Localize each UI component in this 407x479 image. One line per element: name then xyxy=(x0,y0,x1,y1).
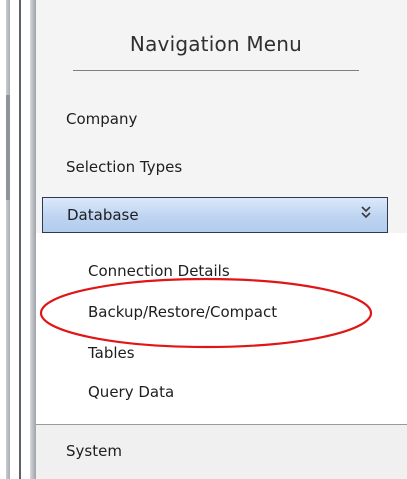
screen: Navigation Menu Company Selection Types … xyxy=(0,0,407,479)
frame-divider xyxy=(19,0,21,479)
submenu-item-query-data[interactable]: Query Data xyxy=(88,383,174,401)
splitter-grip[interactable] xyxy=(6,95,10,200)
submenu-item-connection-details[interactable]: Connection Details xyxy=(88,262,230,280)
title-divider xyxy=(73,70,359,71)
chevron-double-down-icon[interactable] xyxy=(359,204,373,222)
window-frame-left xyxy=(0,0,36,479)
navigation-panel: Navigation Menu Company Selection Types … xyxy=(36,0,407,479)
nav-item-selection-types[interactable]: Selection Types xyxy=(66,158,182,176)
nav-group-database-header[interactable]: Database xyxy=(42,197,388,233)
nav-group-system-area: System xyxy=(36,425,407,479)
nav-group-database-label: Database xyxy=(67,206,139,224)
nav-item-system[interactable]: System xyxy=(66,442,122,460)
nav-item-company[interactable]: Company xyxy=(66,110,137,128)
splitter-bar[interactable] xyxy=(6,0,10,479)
navigation-menu-title: Navigation Menu xyxy=(129,32,303,56)
submenu-item-tables[interactable]: Tables xyxy=(88,344,135,362)
database-submenu: Connection Details Backup/Restore/Compac… xyxy=(36,233,407,424)
submenu-item-backup-restore-compact[interactable]: Backup/Restore/Compact xyxy=(88,303,277,321)
